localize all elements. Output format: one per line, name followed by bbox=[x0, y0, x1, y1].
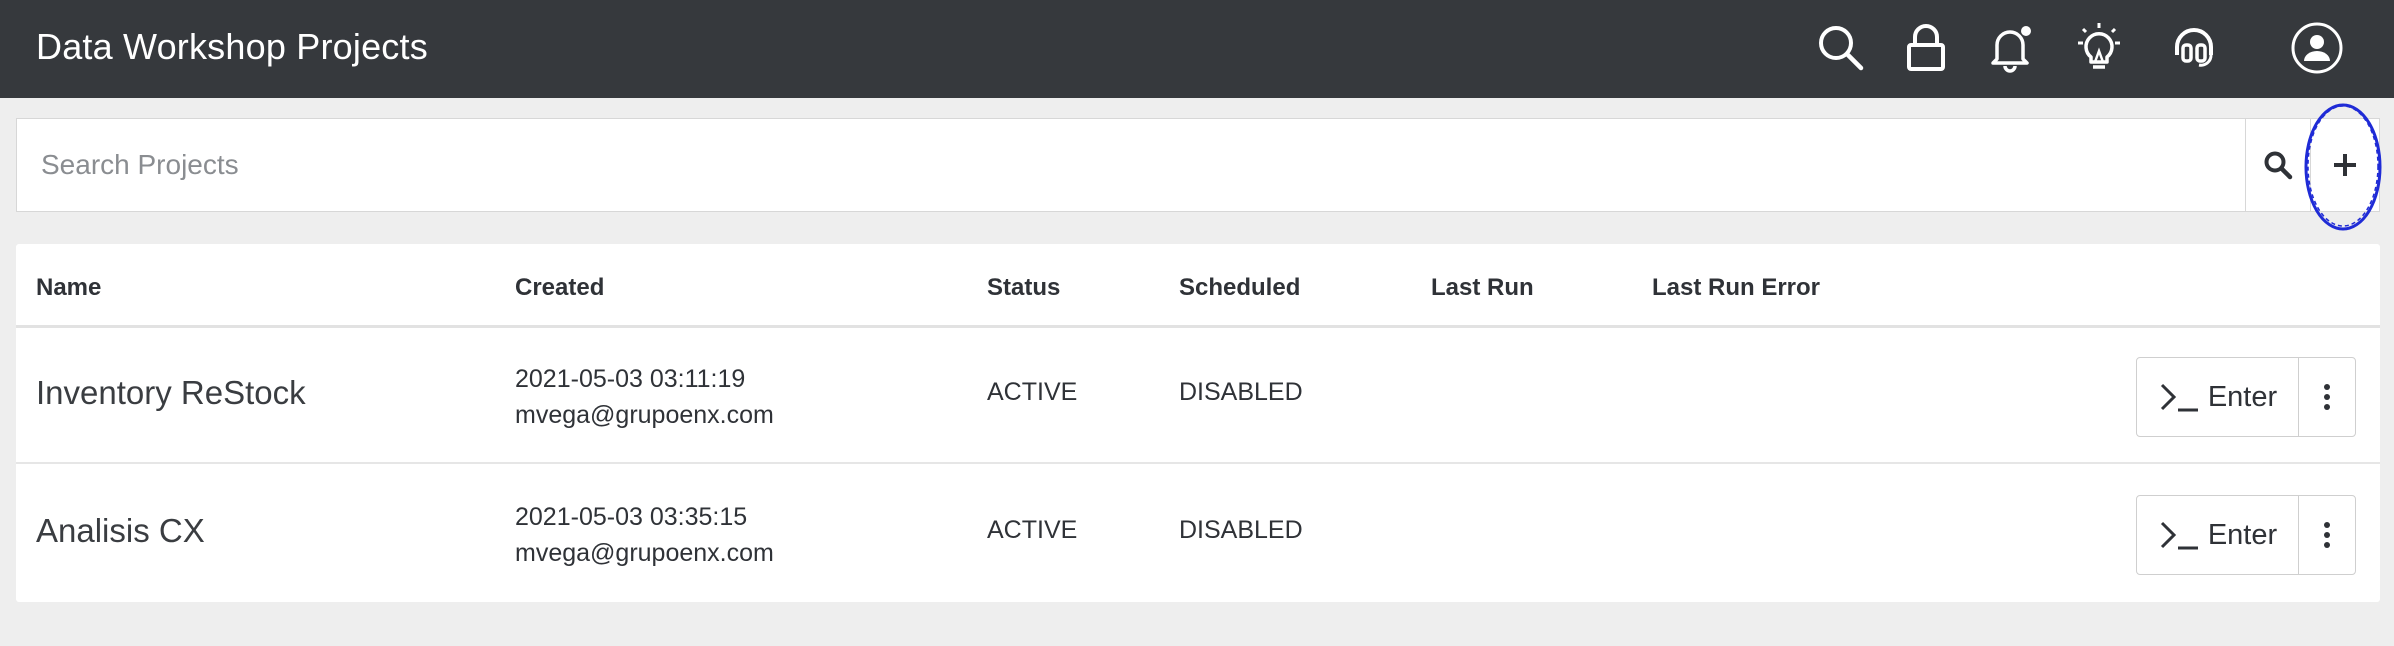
lightbulb-icon[interactable] bbox=[2066, 15, 2132, 81]
kebab-menu-icon bbox=[2324, 384, 2330, 410]
terminal-icon bbox=[2160, 521, 2198, 550]
plus-icon bbox=[2334, 154, 2356, 176]
add-project-button[interactable] bbox=[2310, 119, 2379, 211]
search-icon[interactable] bbox=[1808, 15, 1874, 81]
search-button[interactable] bbox=[2246, 119, 2310, 211]
created-by: mvega@grupoenx.com bbox=[515, 401, 774, 429]
table-row[interactable]: Inventory ReStock 2021-05-03 03:11:19 mv… bbox=[16, 328, 2380, 464]
enter-button[interactable]: Enter bbox=[2137, 358, 2299, 436]
top-bar: Data Workshop Projects bbox=[0, 0, 2394, 98]
column-header-name[interactable]: Name bbox=[36, 274, 101, 302]
app-title: Data Workshop Projects bbox=[36, 26, 428, 67]
column-header-last-run[interactable]: Last Run bbox=[1431, 274, 1534, 302]
more-options-button[interactable] bbox=[2299, 358, 2355, 436]
created-by: mvega@grupoenx.com bbox=[515, 539, 774, 567]
status-value: ACTIVE bbox=[987, 516, 1078, 544]
more-options-button[interactable] bbox=[2299, 496, 2355, 574]
created-cell: 2021-05-03 03:11:19 mvega@grupoenx.com bbox=[515, 361, 774, 433]
scheduled-value: DISABLED bbox=[1179, 378, 1303, 406]
kebab-menu-icon bbox=[2324, 522, 2330, 548]
user-icon[interactable] bbox=[2284, 15, 2350, 81]
project-name[interactable]: Analisis CX bbox=[36, 512, 205, 550]
search-input[interactable] bbox=[17, 119, 2245, 211]
enter-label: Enter bbox=[2207, 518, 2278, 551]
table-row[interactable]: Analisis CX 2021-05-03 03:35:15 mvega@gr… bbox=[16, 466, 2380, 602]
created-cell: 2021-05-03 03:35:15 mvega@grupoenx.com bbox=[515, 499, 774, 571]
enter-button[interactable]: Enter bbox=[2137, 496, 2299, 574]
search-bar bbox=[16, 118, 2380, 212]
projects-table: Name Created Status Scheduled Last Run L… bbox=[16, 244, 2380, 602]
scheduled-value: DISABLED bbox=[1179, 516, 1303, 544]
column-header-created[interactable]: Created bbox=[515, 274, 604, 302]
created-date: 2021-05-03 03:11:19 bbox=[515, 365, 746, 393]
bell-icon[interactable] bbox=[1977, 15, 2043, 81]
column-header-status[interactable]: Status bbox=[987, 274, 1060, 302]
project-name[interactable]: Inventory ReStock bbox=[36, 374, 306, 412]
terminal-icon bbox=[2160, 383, 2198, 412]
headset-icon[interactable] bbox=[2161, 15, 2227, 81]
table-header: Name Created Status Scheduled Last Run L… bbox=[16, 244, 2380, 328]
enter-label: Enter bbox=[2207, 380, 2278, 413]
column-header-last-run-error[interactable]: Last Run Error bbox=[1652, 274, 1820, 302]
row-actions: Enter bbox=[2136, 495, 2356, 575]
column-header-scheduled[interactable]: Scheduled bbox=[1179, 274, 1300, 302]
created-date: 2021-05-03 03:35:15 bbox=[515, 503, 748, 531]
lock-icon[interactable] bbox=[1893, 15, 1959, 81]
search-icon bbox=[2264, 151, 2293, 180]
row-actions: Enter bbox=[2136, 357, 2356, 437]
status-value: ACTIVE bbox=[987, 378, 1078, 406]
